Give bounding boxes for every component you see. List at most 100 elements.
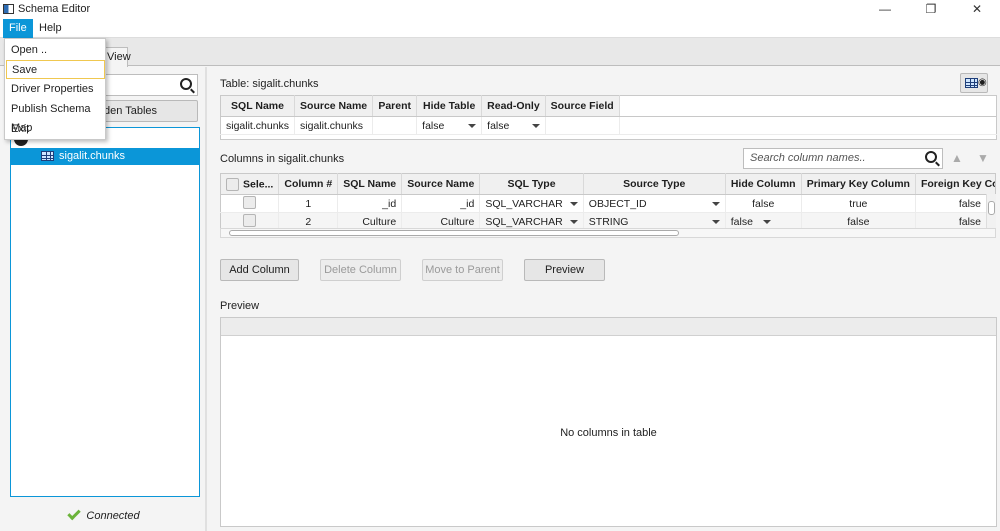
column-search-input[interactable]: Search column names..: [743, 148, 943, 169]
hidden-tables-label: den Tables: [104, 105, 158, 117]
chevron-down-icon: [468, 123, 477, 128]
close-icon[interactable]: ✕: [954, 0, 1000, 19]
header-source-name[interactable]: Source Name: [294, 95, 374, 117]
row-spacer: [221, 135, 997, 140]
move-to-parent-button[interactable]: Move to Parent: [422, 259, 503, 281]
cell-column-num: 1: [278, 194, 339, 213]
table-row[interactable]: 1 _id _id SQL_VARCHAR OBJECT_ID false tr…: [220, 194, 996, 213]
title-bar: Schema Editor — ❐ ✕: [0, 0, 1000, 19]
menu-item-save[interactable]: Save: [6, 60, 105, 79]
tree-item-sigalit-chunks[interactable]: sigalit.chunks: [11, 148, 199, 165]
arrow-up-icon[interactable]: ▲: [946, 148, 968, 169]
preview-header: [221, 318, 996, 336]
source-type-value: STRING: [588, 215, 629, 228]
cell-source-name[interactable]: _id: [401, 194, 481, 213]
search-icon[interactable]: [925, 151, 937, 163]
table-tree[interactable]: [10, 127, 200, 497]
status-text: Connected: [86, 510, 140, 522]
header-hide-column[interactable]: Hide Column: [725, 173, 802, 195]
header-source-type[interactable]: Source Type: [583, 173, 726, 195]
row-select-cell[interactable]: [220, 194, 280, 213]
column-visibility-button[interactable]: ◉: [960, 73, 988, 93]
select-all-checkbox[interactable]: [226, 177, 239, 191]
chevron-down-icon: [531, 123, 540, 128]
chevron-down-icon: [762, 219, 771, 224]
header-sql-name[interactable]: SQL Name: [220, 95, 296, 117]
row-checkbox[interactable]: [243, 195, 257, 209]
minimize-icon[interactable]: —: [862, 0, 908, 19]
table-properties-grid: SQL Name Source Name Parent Hide Table R…: [220, 95, 997, 140]
columns-grid: Sele... Column # SQL Name Source Name SQ…: [220, 173, 996, 231]
menu-item-exit[interactable]: Exit: [6, 120, 105, 139]
hide-table-select[interactable]: false: [416, 116, 483, 135]
header-foreign-key[interactable]: Foreign Key Colun: [915, 173, 996, 195]
panel-splitter[interactable]: [205, 67, 207, 531]
header-sql-type[interactable]: SQL Type: [479, 173, 584, 195]
source-type-select[interactable]: OBJECT_ID: [583, 194, 726, 213]
header-primary-key[interactable]: Primary Key Column: [801, 173, 916, 195]
menu-help[interactable]: Help: [33, 19, 68, 38]
row-checkbox[interactable]: [243, 213, 257, 227]
scrollbar-thumb[interactable]: [229, 230, 679, 236]
cell-foreign-key[interactable]: false: [915, 194, 996, 213]
eye-slash-icon: ◉: [978, 77, 987, 88]
header-filler: [619, 95, 997, 117]
header-sql-name[interactable]: SQL Name: [337, 173, 403, 195]
header-select[interactable]: Sele...: [220, 173, 280, 195]
restore-icon[interactable]: ❐: [908, 0, 954, 19]
read-only-value: false: [487, 119, 510, 132]
table-title: Table: sigalit.chunks: [220, 78, 319, 90]
vertical-scrollbar[interactable]: [986, 194, 996, 228]
scrollbar-thumb[interactable]: [988, 201, 995, 215]
menu-bar: File Help: [0, 19, 1000, 38]
table-icon: [41, 151, 54, 161]
table-row[interactable]: sigalit.chunks sigalit.chunks false fals…: [220, 116, 997, 135]
file-menu-dropdown: Open .. Save Driver Properties Publish S…: [4, 38, 106, 140]
tree-item-label: sigalit.chunks: [59, 150, 126, 162]
search-icon[interactable]: [180, 78, 192, 90]
cell-filler: [619, 116, 997, 135]
preview-button[interactable]: Preview: [524, 259, 605, 281]
menu-item-driver-properties[interactable]: Driver Properties: [6, 80, 105, 99]
connection-status: Connected: [10, 506, 198, 522]
header-read-only[interactable]: Read-Only: [481, 95, 546, 117]
column-search-placeholder: Search column names..: [750, 152, 866, 164]
columns-title: Columns in sigalit.chunks: [220, 153, 345, 165]
tab-strip: [0, 38, 1000, 66]
menu-item-publish-schema-map[interactable]: Publish Schema Map: [6, 100, 105, 134]
sql-type-value: SQL_VARCHAR: [485, 197, 563, 210]
header-parent[interactable]: Parent: [372, 95, 418, 117]
add-column-button[interactable]: Add Column: [220, 259, 299, 281]
header-source-name[interactable]: Source Name: [401, 173, 481, 195]
cell-hide-column[interactable]: false: [725, 194, 802, 213]
preview-empty-message: No columns in table: [560, 427, 657, 439]
sql-type-value: SQL_VARCHAR: [485, 215, 563, 228]
source-type-value: OBJECT_ID: [588, 197, 647, 210]
preview-title: Preview: [220, 300, 260, 312]
cell-parent[interactable]: [372, 116, 418, 135]
cell-sql-name[interactable]: sigalit.chunks: [220, 116, 296, 135]
cell-sql-name[interactable]: _id: [337, 194, 403, 213]
delete-column-button[interactable]: Delete Column: [320, 259, 401, 281]
menu-item-open[interactable]: Open ..: [6, 41, 105, 60]
chevron-down-icon: [569, 201, 578, 206]
window-title: Schema Editor: [18, 3, 91, 15]
hide-column-value: false: [730, 215, 753, 228]
horizontal-scrollbar[interactable]: [220, 228, 996, 238]
cell-primary-key[interactable]: true: [801, 194, 916, 213]
header-source-field[interactable]: Source Field: [545, 95, 620, 117]
sql-type-select[interactable]: SQL_VARCHAR: [479, 194, 584, 213]
hide-table-value: false: [422, 119, 445, 132]
chevron-down-icon: [711, 201, 720, 206]
preview-table: [220, 317, 997, 527]
cell-source-field[interactable]: [545, 116, 620, 135]
header-hide-table[interactable]: Hide Table: [416, 95, 483, 117]
chevron-down-icon: [569, 219, 578, 224]
menu-file[interactable]: File: [3, 19, 33, 38]
cell-source-name[interactable]: sigalit.chunks: [294, 116, 374, 135]
read-only-select[interactable]: false: [481, 116, 546, 135]
arrow-down-icon[interactable]: ▼: [972, 148, 994, 169]
header-column-num[interactable]: Column #: [278, 173, 339, 195]
check-icon: [67, 506, 82, 521]
chevron-down-icon: [711, 219, 720, 224]
